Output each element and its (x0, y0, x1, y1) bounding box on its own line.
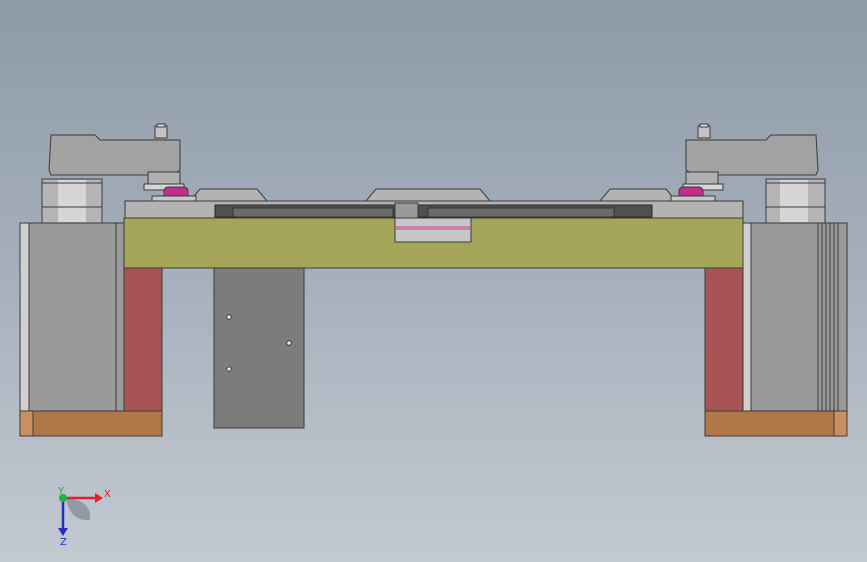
y-axis-label: Y (57, 486, 65, 497)
right-cylinder-highlight (780, 180, 808, 222)
cad-viewport[interactable]: X Y Z (0, 0, 867, 562)
z-axis-arrowhead (58, 528, 68, 536)
hole (286, 340, 292, 346)
left-clamp-washer (151, 195, 197, 202)
carrier-insert-left (232, 207, 394, 218)
left-red-spacer (123, 267, 163, 412)
right-clamp-stem-top (699, 123, 709, 128)
left-clamp-stem (154, 125, 168, 139)
left-column-edge (19, 222, 30, 412)
carrier-center-bridge (394, 202, 419, 219)
right-outer-column (742, 222, 848, 412)
top-carrier (124, 188, 744, 219)
main-plate (123, 217, 744, 269)
plate-center-pocket-inner (396, 226, 470, 230)
z-axis-label: Z (60, 537, 67, 548)
hole (226, 314, 232, 320)
left-clamp-body (147, 171, 181, 185)
coordinate-triad-icon: X Y Z (57, 486, 111, 548)
right-clamp-body (685, 171, 719, 185)
left-clamp-arm (48, 134, 181, 176)
right-clamp-stem (697, 125, 711, 139)
left-clamp-stem-top (156, 123, 166, 128)
left-base-edge (19, 410, 34, 437)
left-outer-column (19, 222, 125, 412)
x-axis-arrowhead (95, 493, 103, 503)
triad-shadow (66, 498, 91, 521)
right-clamp-arm (685, 134, 819, 176)
carrier-raised-profile (188, 188, 678, 202)
right-clamp-washer (670, 195, 716, 202)
right-base-block (704, 410, 848, 437)
carrier-insert-right (427, 207, 615, 218)
hole (226, 366, 232, 372)
left-base-block (19, 410, 163, 437)
right-red-spacer (704, 267, 744, 412)
center-hanging-block (213, 267, 305, 429)
left-cylinder-highlight (58, 180, 86, 222)
right-column-edge (742, 222, 752, 412)
right-base-edge (833, 410, 848, 437)
x-axis-label: X (104, 489, 111, 500)
